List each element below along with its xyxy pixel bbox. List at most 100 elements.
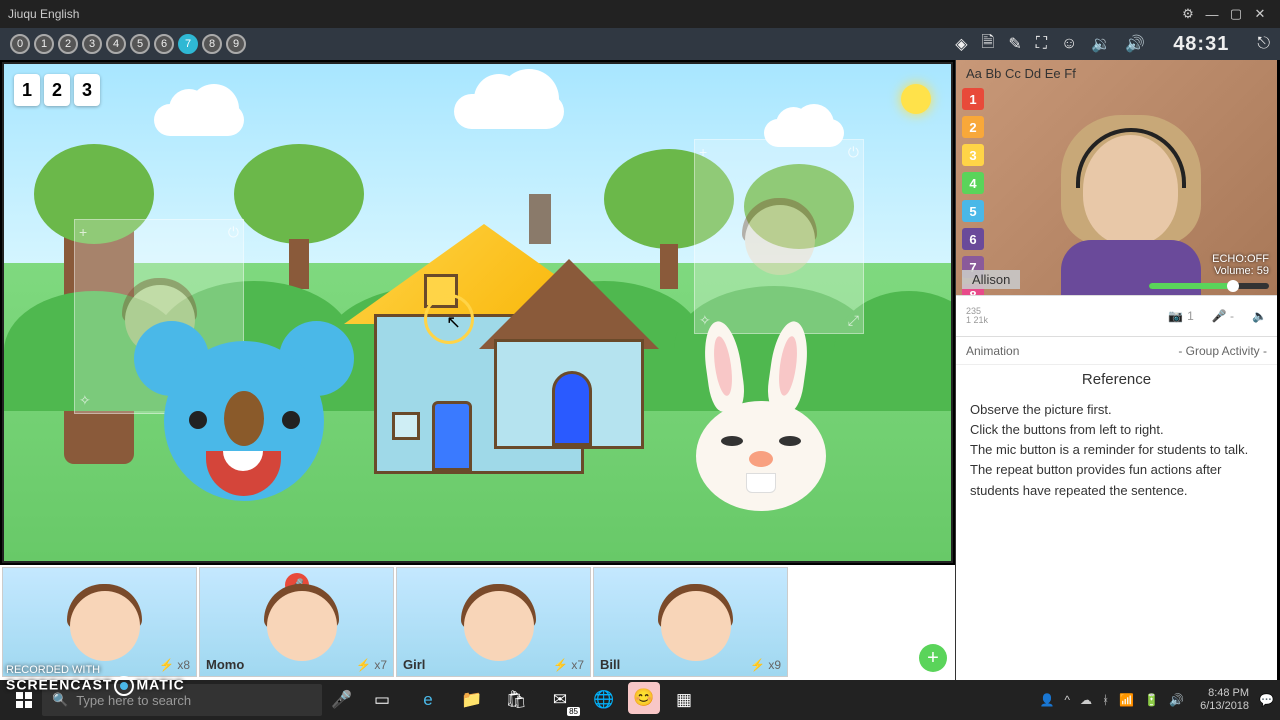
smile-icon[interactable]: ☺	[1061, 35, 1077, 53]
koala-character	[134, 311, 354, 531]
exit-icon[interactable]: ⎋	[1257, 35, 1270, 53]
reference-title: Reference	[956, 365, 1277, 394]
volume-slider[interactable]	[1149, 283, 1269, 289]
pen-icon[interactable]: ✎	[1008, 34, 1021, 54]
tab-animation[interactable]: Animation	[966, 344, 1019, 358]
student-card[interactable]: 🎤 Momo ⚡ x7	[199, 567, 394, 677]
reference-line: The repeat button provides fun actions a…	[970, 460, 1263, 500]
stage-btn-1[interactable]: 1	[14, 74, 40, 106]
student-name: Bill	[600, 657, 620, 672]
step-2[interactable]: 2	[58, 34, 78, 54]
diamond-icon[interactable]: ◈	[955, 34, 967, 54]
student-card[interactable]: Girl ⚡ x7	[396, 567, 591, 677]
step-3[interactable]: 3	[82, 34, 102, 54]
reference-line: Click the buttons from left to right.	[970, 420, 1263, 440]
bluetooth-icon[interactable]: ᚼ	[1102, 693, 1109, 707]
step-6[interactable]: 6	[154, 34, 174, 54]
student-name: Momo	[206, 657, 244, 672]
step-0[interactable]: 0	[10, 34, 30, 54]
bunny-character	[671, 331, 851, 551]
windows-taskbar: 🔍 Type here to search 🎤 ▭ e 📁 🛍 ✉85 🌐 😊 …	[0, 680, 1280, 720]
reference-line: The mic button is a reminder for student…	[970, 440, 1263, 460]
student-card[interactable]: Bill ⚡ x9	[593, 567, 788, 677]
stage-btn-3[interactable]: 3	[74, 74, 100, 106]
tray-chevron-icon[interactable]: ^	[1064, 693, 1070, 707]
stage-btn-2[interactable]: 2	[44, 74, 70, 106]
house-2-graphic	[479, 259, 659, 459]
app-icon[interactable]: 😊	[628, 682, 660, 714]
step-5[interactable]: 5	[130, 34, 150, 54]
step-navigator: 0 1 2 3 4 5 6 7 8 9	[10, 34, 246, 54]
cloud-decoration	[454, 94, 564, 129]
recorder-watermark-line2: SCREENCASTMATIC	[6, 676, 185, 696]
settings-gear-icon[interactable]: ⚙	[1176, 2, 1200, 26]
students-row: ⚡ x8 🎤 Momo ⚡ x7 Girl ⚡ x7 Bill ⚡ x9 +	[0, 565, 955, 680]
volume-label: Volume: 59	[1212, 265, 1269, 277]
system-tray: 👤 ^ ☁ ᚼ 📶 🔋 🔊 8:48 PM 6/13/2018 💬	[1039, 687, 1274, 713]
lesson-stage[interactable]: + ⏻ ✧ ⤢ + ⏻ ✧ ⤢	[2, 62, 953, 563]
speaker-button[interactable]: 🔈	[1252, 309, 1267, 323]
add-icon[interactable]: +	[79, 224, 87, 240]
volume-tray-icon[interactable]: 🔊	[1169, 693, 1184, 707]
mic-button[interactable]: 🎤 -	[1212, 309, 1234, 323]
wifi-icon[interactable]: 📶	[1119, 693, 1134, 707]
camera-button[interactable]: 📷 1	[1168, 309, 1194, 323]
maximize-button[interactable]: ▢	[1224, 2, 1248, 26]
teacher-video[interactable]: Aa Bb Cc Dd Ee Ff 1 2 3 4 5 6 7 8 Alliso…	[956, 60, 1277, 295]
notifications-icon[interactable]: 💬	[1259, 693, 1274, 707]
session-timer: 48:31	[1173, 33, 1229, 56]
student-score: ⚡ x7	[553, 658, 584, 672]
close-button[interactable]: ✕	[1248, 2, 1272, 26]
panel-tabs: Animation - Group Activity -	[956, 337, 1277, 365]
stage-number-buttons: 1 2 3	[14, 74, 100, 106]
student-score: ⚡ x7	[356, 658, 387, 672]
step-7[interactable]: 7	[178, 34, 198, 54]
note-icon[interactable]: 🗎	[982, 31, 995, 58]
tab-group-activity[interactable]: - Group Activity -	[1178, 344, 1267, 358]
step-8[interactable]: 8	[202, 34, 222, 54]
tray-clock[interactable]: 8:48 PM 6/13/2018	[1200, 687, 1249, 713]
student-card[interactable]: ⚡ x8	[2, 567, 197, 677]
reference-line: Observe the picture first.	[970, 400, 1263, 420]
recorder-watermark-line1: RECORDED WITH	[6, 664, 100, 676]
mail-icon[interactable]: ✉85	[540, 682, 580, 718]
stats-readout: 2351 21k	[966, 307, 988, 325]
student-video-slot-2[interactable]: + ⏻ ✧ ⤢	[694, 139, 864, 334]
edge-icon[interactable]: e	[408, 682, 448, 718]
hint-bulb-button[interactable]	[901, 84, 931, 114]
add-icon[interactable]: +	[699, 144, 707, 160]
teacher-name-label: Allison	[962, 270, 1020, 289]
step-4[interactable]: 4	[106, 34, 126, 54]
wall-alphabet: Aa Bb Cc Dd Ee Ff	[966, 66, 1076, 81]
expand-icon[interactable]: ⤢	[848, 312, 859, 329]
app-title: Jiuqu English	[8, 7, 79, 21]
power-icon[interactable]: ⏻	[228, 224, 239, 241]
people-icon[interactable]: 👤	[1039, 693, 1054, 707]
store-icon[interactable]: 🛍	[496, 682, 536, 718]
volume-up-icon[interactable]: 🔊	[1125, 34, 1145, 54]
volume-info: ECHO:OFF Volume: 59	[1212, 253, 1269, 277]
step-1[interactable]: 1	[34, 34, 54, 54]
cortana-icon[interactable]: 🎤	[322, 682, 362, 718]
volume-down-icon[interactable]: 🔉	[1091, 34, 1111, 54]
minimize-button[interactable]: —	[1200, 2, 1224, 26]
add-student-button[interactable]: +	[919, 644, 947, 672]
star-icon[interactable]: ✧	[79, 392, 91, 409]
chrome-icon[interactable]: 🌐	[584, 682, 624, 718]
task-view-icon[interactable]: ▭	[362, 682, 402, 718]
teacher-controls: 2351 21k 📷 1 🎤 - 🔈	[956, 295, 1277, 337]
focus-icon[interactable]: ⛶	[1036, 35, 1047, 53]
battery-icon[interactable]: 🔋	[1144, 693, 1159, 707]
student-score: ⚡ x8	[159, 658, 190, 672]
student-name: Girl	[403, 657, 425, 672]
step-9[interactable]: 9	[226, 34, 246, 54]
onedrive-icon[interactable]: ☁	[1080, 693, 1092, 707]
reference-body: Observe the picture first. Click the but…	[956, 394, 1277, 507]
student-avatar-placeholder	[730, 190, 830, 290]
power-icon[interactable]: ⏻	[848, 144, 859, 161]
file-explorer-icon[interactable]: 📁	[452, 682, 492, 718]
app-icon-2[interactable]: ▦	[664, 682, 704, 718]
cloud-decoration	[154, 104, 244, 136]
echo-status: ECHO:OFF	[1212, 253, 1269, 265]
side-panel: Aa Bb Cc Dd Ee Ff 1 2 3 4 5 6 7 8 Alliso…	[955, 60, 1277, 680]
